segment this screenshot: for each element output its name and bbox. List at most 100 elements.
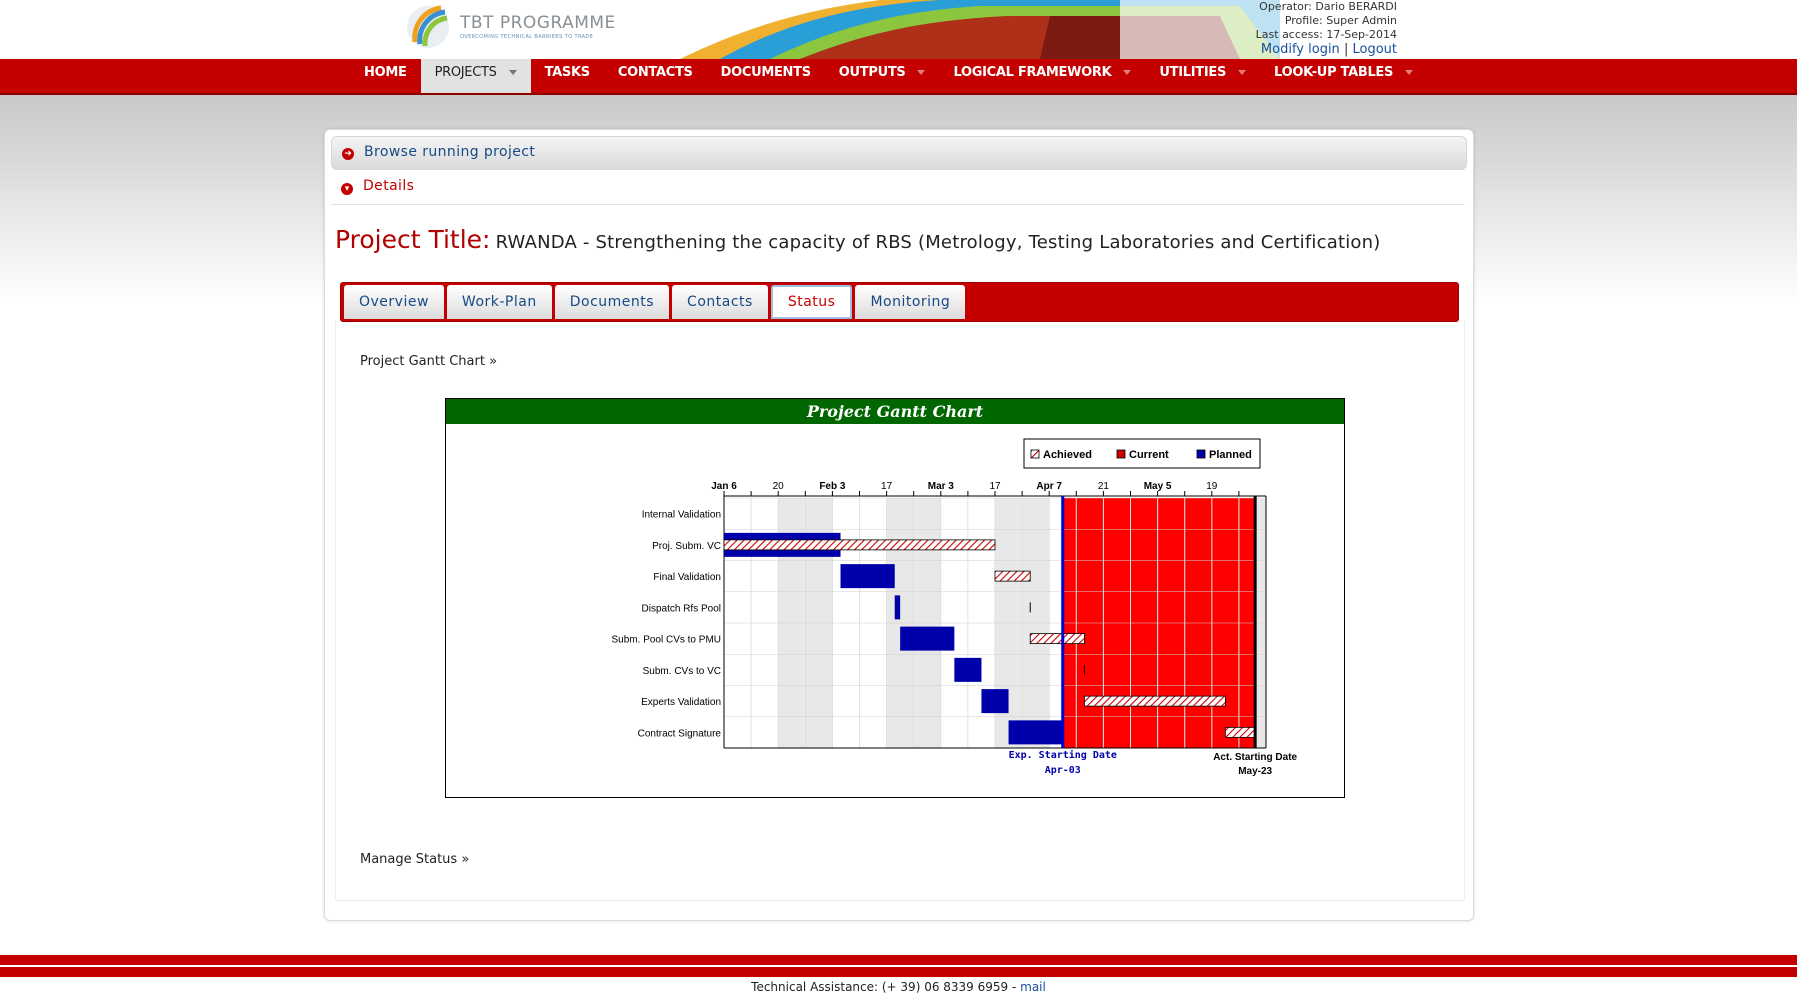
nav-item-label: UTILITIES (1159, 65, 1227, 80)
footer: Technical Assistance: (+ 39) 06 8339 695… (0, 980, 1797, 994)
chart-actual-start-date: May-23 (1238, 766, 1272, 777)
legend-swatch-planned (1196, 449, 1206, 459)
logo[interactable]: TBT PROGRAMME OVERCOMING TECHNICAL BARRI… (405, 4, 615, 52)
project-gantt-chart-link[interactable]: Project Gantt Chart » (360, 354, 497, 369)
details-label: Details (363, 178, 415, 194)
chart-planned-bar (954, 657, 982, 682)
project-title-value: RWANDA - Strengthening the capacity of R… (495, 232, 1381, 253)
nav-item-label: PROJECTS (434, 65, 497, 80)
footer-mail-link[interactable]: mail (1020, 980, 1046, 994)
browse-running-project-bar[interactable]: ➜ Browse running project (331, 136, 1467, 170)
chart-legend: Achieved Current Planned (1023, 438, 1261, 469)
user-info: Operator: Dario BERARDI Profile: Super A… (1256, 0, 1397, 58)
chart-expected-start-date: Apr-03 (1045, 765, 1081, 776)
nav-item-logical-framework[interactable]: LOGICAL FRAMEWORK (939, 59, 1145, 93)
chart-achieved-bar (1084, 695, 1226, 707)
chart-title: Project Gantt Chart (806, 402, 984, 421)
dropdown-arrow-icon (917, 70, 926, 75)
nav-item-contacts[interactable]: CONTACTS (604, 59, 707, 93)
nav-item-home[interactable]: HOME (350, 59, 421, 93)
dropdown-arrow-icon (1238, 70, 1247, 75)
footer-text: Technical Assistance: (+ 39) 06 8339 695… (751, 980, 1021, 994)
modify-login-link[interactable]: Modify login (1261, 42, 1340, 57)
nav-item-label: DOCUMENTS (720, 65, 811, 80)
tab-monitoring[interactable]: Monitoring (855, 285, 966, 319)
header: TBT PROGRAMME OVERCOMING TECHNICAL BARRI… (0, 0, 1797, 59)
nav-item-projects[interactable]: PROJECTS (420, 59, 531, 93)
logout-link[interactable]: Logout (1352, 42, 1397, 57)
chart-tick-label: 21 (1098, 481, 1110, 492)
operator-text: Operator: Dario BERARDI (1259, 0, 1397, 13)
link-separator: | (1343, 42, 1349, 57)
chart-planned-bar (900, 626, 955, 651)
chart-task-label: Final Validation (653, 572, 721, 583)
main-nav: HOME PROJECTS TASKS CONTACTS DOCUMENTS O… (0, 59, 1797, 95)
chart-tick-label: 17 (881, 481, 893, 492)
gantt-chart-svg: Project Gantt Chart Achieved Current Pla… (446, 399, 1344, 777)
dropdown-arrow-icon (508, 70, 517, 75)
chart-achieved-bar (723, 539, 996, 551)
legend-swatch-achieved (1030, 449, 1040, 459)
tab-documents[interactable]: Documents (554, 285, 670, 319)
tab-overview[interactable]: Overview (344, 285, 444, 319)
chart-planned-bar (1008, 720, 1063, 745)
chart-planned-bar (981, 689, 1009, 714)
footer-bar (0, 955, 1797, 977)
chart-tick-label: Feb 3 (819, 481, 846, 492)
chart-tick-label: 20 (773, 481, 785, 492)
project-title-key: Project Title: (335, 225, 491, 254)
chart-expected-start-label: Exp. Starting Date (1009, 749, 1117, 761)
chart-tick-label: May 5 (1144, 481, 1172, 492)
legend-label-current: Current (1129, 449, 1169, 461)
nav-item-label: OUTPUTS (838, 65, 906, 80)
nav-item-label: TASKS (544, 65, 591, 80)
chart-planned-bar (894, 595, 901, 620)
nav-item-label: CONTACTS (617, 65, 693, 80)
manage-status-link[interactable]: Manage Status » (360, 852, 469, 867)
chart-task-label: Contract Signature (638, 728, 722, 739)
chart-task-label: Proj. Subm. VC (652, 541, 721, 552)
browse-running-project-label: Browse running project (364, 144, 536, 160)
chart-plot-area: Jan 6 20 Feb 3 17 Mar 3 17 Apr 7 21 May 5 19 Inter… (612, 481, 1298, 777)
dropdown-arrow-icon (1123, 70, 1132, 75)
nav-item-outputs[interactable]: OUTPUTS (825, 59, 940, 93)
tab-contacts[interactable]: Contacts (672, 285, 768, 319)
nav-item-documents[interactable]: DOCUMENTS (707, 59, 825, 93)
arrow-down-circle-icon: ▾ (341, 183, 353, 195)
chart-achieved-bar (1224, 726, 1256, 738)
chart-tick-label: Jan 6 (711, 481, 737, 492)
chart-tick-label: 17 (989, 481, 1001, 492)
chart-task-label: Subm. Pool CVs to PMU (612, 635, 721, 646)
chart-tick-label: Mar 3 (928, 481, 955, 492)
chart-tick-label: 19 (1206, 481, 1218, 492)
project-title: Project Title: RWANDA - Strengthening th… (335, 225, 1380, 254)
arrow-right-circle-icon: ➜ (342, 148, 354, 160)
gantt-chart: Project Gantt Chart Achieved Current Pla… (445, 398, 1345, 798)
project-tabs-bar: Overview Work-Plan Documents Contacts St… (340, 282, 1459, 322)
nav-item-label: LOGICAL FRAMEWORK (953, 65, 1112, 80)
nav-item-utilities[interactable]: UTILITIES (1145, 59, 1260, 93)
logo-mark-icon (407, 5, 449, 48)
chart-task-label: Internal Validation (642, 510, 721, 521)
logo-name: TBT PROGRAMME (460, 13, 616, 33)
last-access-text: Last access: 17-Sep-2014 (1255, 28, 1397, 41)
header-banner-image (680, 0, 1280, 59)
nav-item-lookup-tables[interactable]: LOOK-UP TABLES (1260, 59, 1427, 93)
details-bar[interactable]: ▾ Details (331, 172, 1465, 205)
logo-tagline: OVERCOMING TECHNICAL BARRIERS TO TRADE (460, 34, 594, 40)
chart-task-label: Subm. CVs to VC (643, 666, 721, 677)
chart-task-label: Experts Validation (641, 697, 721, 708)
nav-item-label: LOOK-UP TABLES (1274, 65, 1394, 80)
chart-actual-start-label: Act. Starting Date (1213, 752, 1297, 763)
nav-item-tasks[interactable]: TASKS (531, 59, 604, 93)
chart-planned-bar (840, 564, 895, 589)
nav-item-label: HOME (364, 65, 407, 80)
tab-status[interactable]: Status (770, 285, 853, 319)
legend-label-achieved: Achieved (1043, 449, 1092, 461)
legend-label-planned: Planned (1209, 449, 1252, 461)
profile-text: Profile: Super Admin (1284, 14, 1397, 27)
chart-achieved-bar (994, 570, 1031, 582)
chart-task-label: Dispatch Rfs Pool (642, 603, 721, 614)
tab-work-plan[interactable]: Work-Plan (446, 285, 552, 319)
chart-achieved-bar (1029, 633, 1085, 645)
